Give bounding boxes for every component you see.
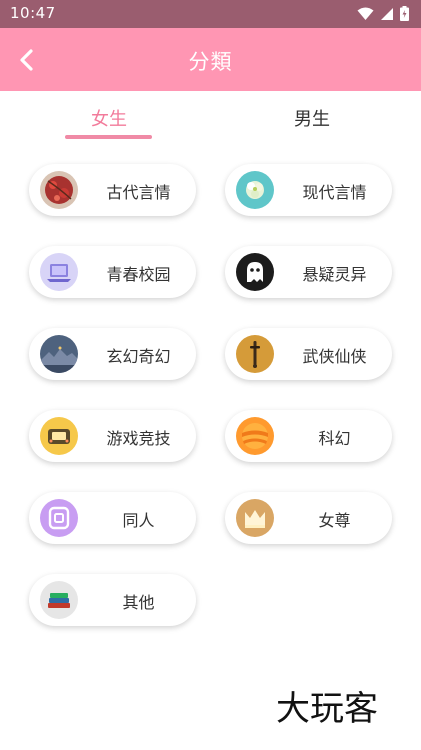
game-console-icon [40,417,78,455]
status-bar: 10:47 [0,0,421,28]
category-label: 玄幻奇幻 [106,347,171,366]
sword-icon [236,335,274,373]
wifi-icon [357,7,374,20]
category-card-wuxia[interactable]: 武侠仙侠 [225,328,392,380]
category-card-fanfic[interactable]: 同人 [29,492,196,544]
category-card-mystery[interactable]: 悬疑灵异 [225,246,392,298]
fantasy-landscape-icon [40,335,78,373]
tab-female[interactable]: 女生 [49,105,169,131]
category-label: 女尊 [318,511,351,530]
category-label: 科幻 [318,429,351,448]
watermark-text: 大玩客 [276,689,378,729]
tongren-badge-icon [40,499,78,537]
category-card-scifi[interactable]: 科幻 [225,410,392,462]
active-tab-indicator [65,135,152,139]
orange-planet-icon [236,417,274,455]
category-card-female-dominant[interactable]: 女尊 [225,492,392,544]
signal-icon [381,7,393,20]
page-title: 分類 [188,50,233,74]
category-card-others[interactable]: 其他 [29,574,196,626]
category-card-fantasy[interactable]: 玄幻奇幻 [29,328,196,380]
category-card-campus[interactable]: 青春校园 [29,246,196,298]
gender-tabs: 女生 男生 [0,91,421,147]
app-bar: 分類 [0,28,421,91]
books-icon [40,581,78,619]
category-label: 古代言情 [106,183,171,202]
battery-icon [400,6,409,21]
crown-icon [236,499,274,537]
category-label: 悬疑灵异 [302,265,367,284]
category-label: 现代言情 [302,183,367,202]
category-label: 同人 [122,511,155,530]
tab-male[interactable]: 男生 [252,105,372,131]
category-label: 武侠仙侠 [302,347,367,366]
laptop-icon [40,253,78,291]
category-label: 游戏竞技 [106,429,171,448]
teal-flower-icon [236,171,274,209]
watermark-logo: 大玩客 [276,689,378,729]
category-label: 其他 [122,593,155,612]
ghost-icon [236,253,274,291]
category-label: 青春校园 [106,265,171,284]
category-card-ancient-romance[interactable]: 古代言情 [29,164,196,216]
red-cherry-blossom-icon [40,171,78,209]
status-time: 10:47 [10,4,56,22]
category-card-gaming[interactable]: 游戏竞技 [29,410,196,462]
system-icons [357,6,409,21]
category-card-modern-romance[interactable]: 现代言情 [225,164,392,216]
